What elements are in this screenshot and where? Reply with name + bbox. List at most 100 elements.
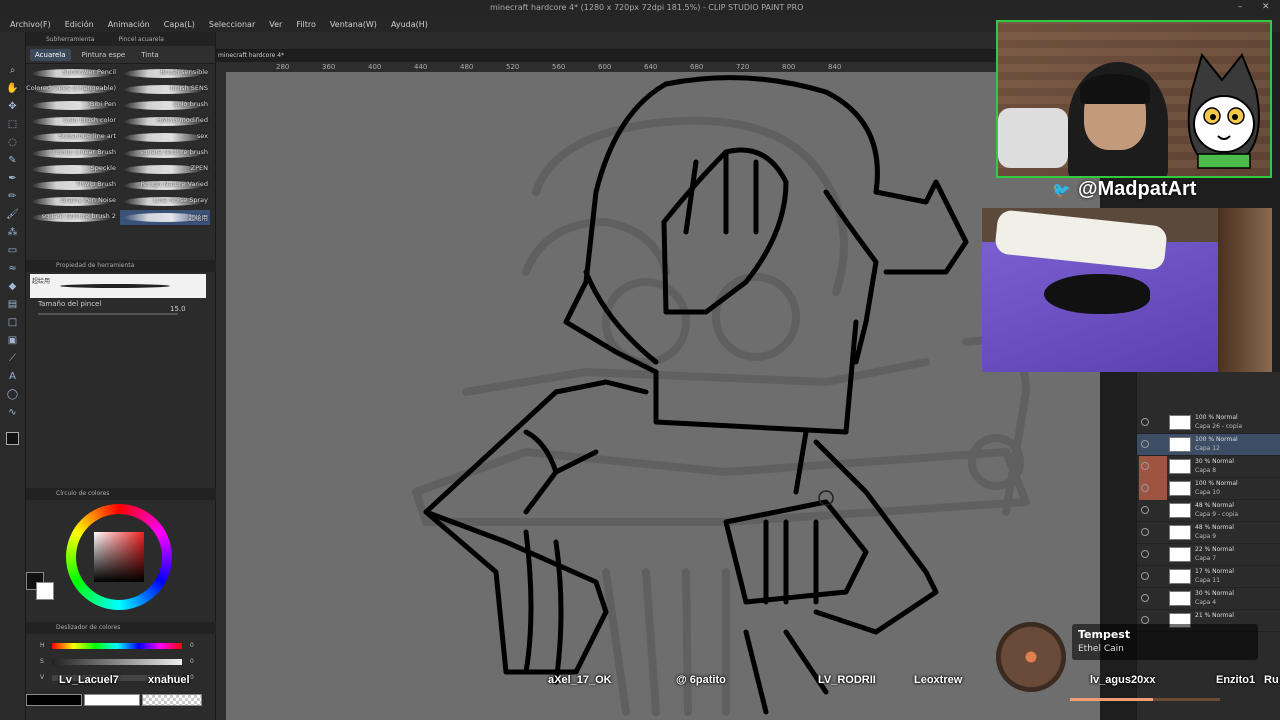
close-icon[interactable]: ✕ xyxy=(1262,2,1270,12)
layer-row[interactable]: 17 % Normal Capa 11 xyxy=(1137,566,1280,588)
brush-item[interactable]: Colo brush color xyxy=(28,114,118,129)
layer-row[interactable]: 30 % Normal Capa 4 xyxy=(1137,588,1280,610)
menu-ayuda[interactable]: Ayuda(H) xyxy=(384,20,435,29)
brush-item[interactable]: ZPEN xyxy=(120,162,210,177)
layer-name: Capa 4 xyxy=(1195,599,1217,606)
hand-tool-icon[interactable]: ✋ xyxy=(6,82,19,95)
layer-row[interactable]: 100 % Normal Capa 10 xyxy=(1137,478,1280,500)
drawing-canvas[interactable] xyxy=(226,72,1100,720)
saturation-value-square[interactable] xyxy=(94,532,144,582)
layer-thumbnail xyxy=(1169,437,1191,452)
eye-icon[interactable] xyxy=(1141,418,1149,426)
menu-archivo[interactable]: Archivo(F) xyxy=(0,20,58,29)
ruler-tool-icon[interactable]: ⟋ xyxy=(6,352,19,365)
brush-item[interactable]: Thwip Brush xyxy=(28,178,118,193)
minimize-icon[interactable]: – xyxy=(1238,2,1243,12)
layer-name: Capa 8 xyxy=(1195,467,1217,474)
layer-row[interactable]: 100 % Normal Capa 12 xyxy=(1137,434,1280,456)
vertical-ruler xyxy=(216,72,226,720)
left-panel: Subherramienta Pincel acuarela Acuarela … xyxy=(26,32,216,720)
brush-item[interactable]: Colored Trees (Changeable) xyxy=(26,82,118,97)
eye-icon[interactable] xyxy=(1141,528,1149,536)
move-tool-icon[interactable]: ✥ xyxy=(6,100,19,113)
frame-tool-icon[interactable]: ▣ xyxy=(6,334,19,347)
menu-seleccionar[interactable]: Seleccionar xyxy=(202,20,262,29)
brush-item[interactable]: Rough Nature Varied xyxy=(120,178,210,193)
menu-animacion[interactable]: Animación xyxy=(101,20,157,29)
select-tool-icon[interactable]: ⬚ xyxy=(6,118,19,131)
gradient-tool-icon[interactable]: ▤ xyxy=(6,298,19,311)
fill-tool-icon[interactable]: ◆ xyxy=(6,280,19,293)
pencil-tool-icon[interactable]: ✏ xyxy=(6,190,19,203)
cat-camera xyxy=(982,208,1272,372)
ruler-tick-label: 520 xyxy=(506,63,520,71)
brush-item[interactable]: Speckle xyxy=(28,162,118,177)
brush-item-label: Subsubue line art xyxy=(58,132,116,140)
balloon-tool-icon[interactable]: ◯ xyxy=(6,388,19,401)
menu-ver[interactable]: Ver xyxy=(262,20,289,29)
menu-capa[interactable]: Capa(L) xyxy=(157,20,202,29)
brush-item[interactable]: brush SENS xyxy=(120,82,210,97)
hue-slider[interactable] xyxy=(52,643,182,649)
eye-icon[interactable] xyxy=(1141,506,1149,514)
eye-icon[interactable] xyxy=(1141,550,1149,558)
color-set-black[interactable] xyxy=(26,694,82,706)
brush-item-label: square texture brush xyxy=(139,148,208,156)
tab-acuarela[interactable]: Acuarela xyxy=(30,48,71,61)
layer-row[interactable]: 48 % Normal Capa 9 xyxy=(1137,522,1280,544)
brush-item[interactable]: Colo brush xyxy=(120,98,210,113)
eyedropper-tool-icon[interactable]: ✎ xyxy=(6,154,19,167)
brush-item[interactable]: Bibi Pen xyxy=(28,98,118,113)
eye-icon[interactable] xyxy=(1141,462,1149,470)
color-set-transparent[interactable] xyxy=(142,694,202,706)
tab-pintura[interactable]: Pintura espe xyxy=(77,49,131,61)
layer-row[interactable]: 30 % Normal Capa 8 xyxy=(1137,456,1280,478)
brush-item[interactable]: HMGG modified xyxy=(120,114,210,129)
shape-tool-icon[interactable]: □ xyxy=(6,316,19,329)
eye-icon[interactable] xyxy=(1141,440,1149,448)
brush-item[interactable]: Subsubue line art xyxy=(28,130,118,145)
sub-color[interactable] xyxy=(36,582,54,600)
eye-icon[interactable] xyxy=(1141,572,1149,580)
layer-thumbnail xyxy=(1169,569,1191,584)
menu-filtro[interactable]: Filtro xyxy=(289,20,323,29)
lasso-tool-icon[interactable]: ◌ xyxy=(6,136,19,149)
pen-tool-icon[interactable]: ✒ xyxy=(6,172,19,185)
cat-avatar-icon xyxy=(1187,52,1260,169)
brush-item[interactable]: Brush sensible xyxy=(120,66,210,81)
airbrush-tool-icon[interactable]: ⁂ xyxy=(6,226,19,239)
brush-item[interactable]: sex xyxy=(120,130,210,145)
color-set-strip xyxy=(26,694,216,708)
correct-line-tool-icon[interactable]: ∿ xyxy=(6,406,19,419)
saturation-slider[interactable] xyxy=(52,659,182,665)
color-wheel[interactable] xyxy=(66,504,172,610)
layer-name: Capa 11 xyxy=(1195,577,1220,584)
eye-icon[interactable] xyxy=(1141,484,1149,492)
brush-item[interactable]: square texture brush xyxy=(120,146,210,161)
text-tool-icon[interactable]: A xyxy=(6,370,19,383)
blend-tool-icon[interactable]: ≈ xyxy=(6,262,19,275)
eraser-tool-icon[interactable]: ▭ xyxy=(6,244,19,257)
brush-item[interactable]: Line Noise Spray xyxy=(120,194,210,209)
layer-row[interactable]: 48 % Normal Capa 9 - copia xyxy=(1137,500,1280,522)
brush-size-slider[interactable] xyxy=(38,313,178,315)
brush-item[interactable]: Grainy Pen Noise xyxy=(28,194,118,209)
brush-item[interactable]: 超绘用 xyxy=(120,210,210,225)
brush-item[interactable]: Sunflower Pencil xyxy=(28,66,118,81)
brush-item[interactable]: square texture brush 2 xyxy=(28,210,118,225)
brush-list: Sunflower Pencil Brush sensible Colored Tr… xyxy=(26,64,215,230)
color-set-white[interactable] xyxy=(84,694,140,706)
layer-thumbnail xyxy=(1169,591,1191,606)
main-color-swatch[interactable] xyxy=(6,432,19,445)
brush-item[interactable]: Comic Linear Brush xyxy=(28,146,118,161)
menu-ventana[interactable]: Ventana(W) xyxy=(323,20,384,29)
brush-size-value[interactable]: 15.0 xyxy=(170,305,186,313)
layer-row[interactable]: 100 % Normal Capa 26 - copia xyxy=(1137,412,1280,434)
brush-tool-icon[interactable]: 🖌 xyxy=(6,208,19,221)
zoom-tool-icon[interactable]: ⌕ xyxy=(6,64,19,77)
document-tab[interactable]: minecraft hardcore 4* xyxy=(218,52,284,59)
eye-icon[interactable] xyxy=(1141,594,1149,602)
tab-tinta[interactable]: Tinta xyxy=(136,49,163,61)
layer-row[interactable]: 22 % Normal Capa 7 xyxy=(1137,544,1280,566)
menu-edicion[interactable]: Edición xyxy=(58,20,101,29)
